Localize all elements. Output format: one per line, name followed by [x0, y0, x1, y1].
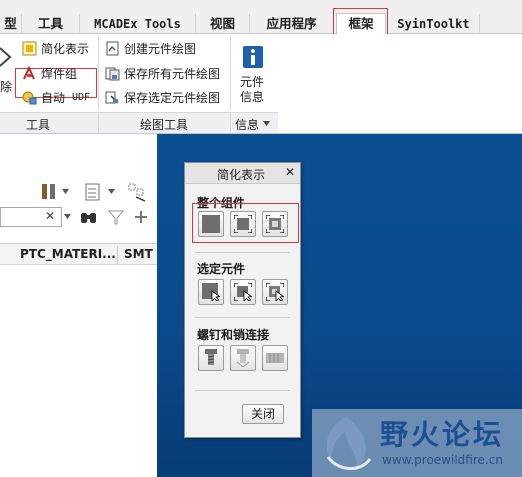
tab-partial[interactable]: 型 — [0, 14, 22, 34]
section-divider — [195, 317, 290, 318]
chevron-down-icon[interactable] — [64, 214, 71, 219]
column-header-smt[interactable]: SMT — [124, 247, 153, 261]
model-tree-column-header: PTC_MATERI... SMT — [0, 243, 157, 265]
chevron-down-icon[interactable] — [108, 189, 115, 194]
section-divider — [195, 390, 290, 391]
column-divider — [117, 246, 118, 264]
plus-icon[interactable] — [133, 209, 149, 225]
selected-geometry-icon — [266, 283, 284, 301]
close-button[interactable]: 关闭 — [242, 404, 284, 424]
group-divider — [230, 36, 231, 110]
clear-search-icon[interactable]: ✕ — [45, 209, 55, 223]
save-all-drawings-label: 保存所有元件绘图 — [124, 67, 221, 81]
selected-master-button[interactable] — [198, 279, 224, 305]
group-divider — [230, 113, 231, 133]
section-divider — [195, 252, 290, 253]
filter-icon[interactable] — [108, 209, 124, 225]
whole-assembly-highlight-box — [192, 203, 299, 243]
selected-graphics-icon — [234, 283, 252, 301]
dialog-close-icon[interactable]: ✕ — [285, 165, 295, 179]
section-label-selected-components: 选定元件 — [197, 262, 246, 276]
tab-tools[interactable]: 工具 — [22, 14, 80, 34]
section-label-fasteners: 螺钉和销连接 — [197, 328, 270, 342]
partial-icon — [0, 47, 12, 67]
partial-label[interactable]: 除 — [0, 78, 12, 95]
tab-view[interactable]: 视图 — [196, 14, 250, 34]
dialog-title-bar: 简化表示 ✕ — [185, 163, 300, 184]
selected-graphics-button[interactable] — [230, 279, 256, 305]
ribbon-group-labels: 工具 绘图工具 信息 — [0, 112, 278, 134]
simplified-rep-dialog: 简化表示 ✕ 整个组件 选定元件 螺钉和销连接 关闭 — [184, 162, 301, 438]
auto-udf-icon — [22, 91, 37, 105]
tab-mcadex-tools[interactable]: MCADEx Tools — [80, 14, 196, 34]
binoculars-icon[interactable] — [80, 209, 98, 225]
forum-watermark: 野火论坛 www.proewildfire.cn — [312, 409, 522, 477]
save-all-drawings-icon — [105, 67, 120, 81]
ribbon-panel: 除 简化表示 焊件组 自动 UDF 创建元件绘图 保存所有元件绘图 保存选定元件… — [0, 34, 522, 112]
component-info-button[interactable]: 元件 信息 — [236, 42, 270, 106]
chevron-down-icon[interactable] — [263, 121, 270, 126]
tab-highlight-box — [333, 8, 388, 36]
tab-applications[interactable]: 应用程序 — [250, 14, 334, 34]
bolt-icon — [205, 349, 217, 365]
simplified-rep-label: 简化表示 — [41, 42, 90, 56]
bolt-simplified-icon — [236, 349, 250, 367]
auto-udf-label: 自动 — [41, 91, 66, 105]
column-header-material[interactable]: PTC_MATERI... — [20, 247, 116, 261]
fastener-simplified-button[interactable] — [230, 345, 256, 371]
ribbon-tab-row: 型 工具 MCADEx Tools 视图 应用程序 框架 SyinToolkt — [0, 0, 522, 34]
create-drawing-icon — [106, 41, 119, 56]
chevron-down-icon[interactable] — [62, 189, 69, 194]
watermark-url: www.proewildfire.cn — [382, 453, 503, 467]
tree-columns-icon[interactable] — [128, 183, 148, 203]
create-drawing-label: 创建元件绘图 — [124, 42, 197, 56]
selected-geometry-button[interactable] — [262, 279, 288, 305]
show-list-icon[interactable] — [84, 183, 102, 201]
simplified-rep-icon — [22, 41, 37, 56]
dialog-title: 简化表示 — [217, 168, 266, 182]
selected-master-icon — [202, 283, 220, 301]
info-icon — [243, 46, 263, 68]
group-label-tools: 工具 — [26, 118, 51, 132]
weld-group-icon — [23, 66, 35, 80]
flame-logo-icon — [326, 417, 372, 470]
fastener-full-button[interactable] — [198, 345, 224, 371]
info-label-line2: 信息 — [240, 90, 265, 104]
bolt-symbolic-icon — [266, 353, 284, 363]
save-selected-drawings-label: 保存选定元件绘图 — [124, 91, 221, 105]
search-input[interactable]: ✕ — [0, 207, 62, 227]
watermark-title: 野火论坛 — [380, 418, 505, 451]
fastener-symbolic-button[interactable] — [262, 345, 288, 371]
group-divider — [98, 113, 99, 133]
group-divider — [98, 36, 99, 110]
group-label-info[interactable]: 信息 — [235, 116, 259, 133]
tools-icon[interactable] — [40, 183, 60, 201]
group-label-drawing: 绘图工具 — [140, 118, 189, 132]
save-selected-drawings-icon — [105, 91, 119, 104]
auto-udf-suffix: UDF — [72, 92, 91, 103]
tab-syintoolkt[interactable]: SyinToolkt — [388, 14, 480, 34]
weld-group-label: 焊件组 — [41, 67, 78, 81]
ribbon-empty-area — [278, 112, 522, 134]
